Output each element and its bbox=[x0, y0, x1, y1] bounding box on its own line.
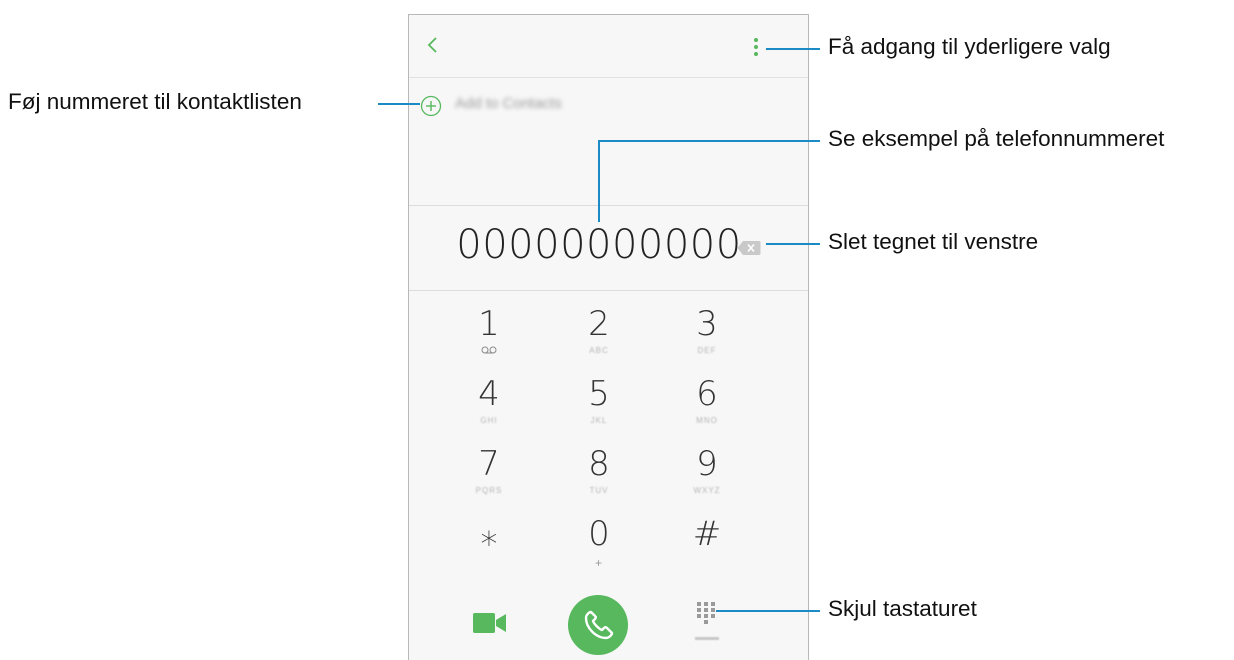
key-6[interactable]: 6 MNO bbox=[652, 375, 762, 443]
key-digit: 1 bbox=[478, 304, 500, 344]
plus-circle-icon[interactable] bbox=[420, 95, 442, 117]
top-bar bbox=[409, 15, 808, 78]
key-letters: DEF bbox=[697, 346, 717, 355]
key-digit: 8 bbox=[588, 444, 610, 484]
key-letters bbox=[652, 556, 762, 566]
key-letters: WXYZ bbox=[693, 486, 721, 495]
key-3[interactable]: 3 DEF bbox=[652, 305, 762, 373]
key-7[interactable]: 7 PQRS bbox=[434, 445, 544, 513]
key-digit: 0 bbox=[588, 514, 610, 554]
callout-more-options: Få adgang til yderligere valg bbox=[828, 34, 1111, 59]
key-4[interactable]: 4 GHI bbox=[434, 375, 544, 443]
key-digit: 3 bbox=[696, 304, 718, 344]
chevron-left-icon[interactable] bbox=[421, 33, 445, 57]
callout-line-preview-horizontal bbox=[598, 140, 820, 142]
key-digit: 2 bbox=[588, 304, 610, 344]
video-camera-icon[interactable] bbox=[473, 612, 507, 634]
key-12[interactable]: # bbox=[652, 515, 762, 583]
key-letters bbox=[434, 556, 544, 566]
key-letters: ABC bbox=[589, 346, 609, 355]
callout-add-to-contacts: Føj nummeret til kontaktlisten bbox=[8, 89, 302, 114]
callout-delete-char: Slet tegnet til venstre bbox=[828, 229, 1039, 254]
key-2[interactable]: 2 ABC bbox=[544, 305, 654, 373]
key-10[interactable]: ⁎ bbox=[434, 515, 544, 583]
key-digit: 6 bbox=[696, 374, 718, 414]
dialed-number[interactable]: 00000000000 bbox=[409, 222, 789, 268]
more-vertical-icon[interactable] bbox=[751, 37, 761, 57]
key-letters: + bbox=[594, 556, 603, 570]
key-letters: TUV bbox=[589, 486, 609, 495]
callout-line-preview-vertical bbox=[598, 140, 600, 222]
callout-line-add-to-contacts bbox=[378, 103, 420, 105]
key-letters: PQRS bbox=[475, 486, 503, 495]
key-1[interactable]: 1 bbox=[434, 305, 544, 373]
key-5[interactable]: 5 JKL bbox=[544, 375, 654, 443]
key-9[interactable]: 9 WXYZ bbox=[652, 445, 762, 513]
number-preview-area bbox=[409, 133, 808, 205]
key-digit: ⁎ bbox=[480, 514, 498, 554]
keypad-sub-label bbox=[695, 637, 719, 640]
add-to-contacts-label[interactable]: Add to Contacts bbox=[455, 95, 562, 112]
keypad-icon[interactable] bbox=[695, 601, 717, 627]
key-digit: 7 bbox=[478, 444, 500, 484]
key-letters: MNO bbox=[696, 416, 718, 425]
callout-line-hide-keypad bbox=[716, 610, 820, 612]
key-digit: 4 bbox=[478, 374, 500, 414]
key-8[interactable]: 8 TUV bbox=[544, 445, 654, 513]
backspace-icon[interactable] bbox=[737, 240, 761, 256]
key-letters: GHI bbox=[480, 416, 498, 425]
key-digit: 9 bbox=[696, 444, 718, 484]
callout-hide-keypad: Skjul tastaturet bbox=[828, 596, 977, 621]
voicemail-icon bbox=[434, 346, 544, 356]
key-digit: 5 bbox=[588, 374, 610, 414]
phone-screen: Add to Contacts 00000000000 1 2 ABC 3 DEF 4 GH… bbox=[408, 14, 809, 660]
phone-icon bbox=[584, 610, 614, 640]
call-button[interactable] bbox=[568, 595, 628, 655]
callout-line-delete-char bbox=[766, 243, 820, 245]
key-letters: JKL bbox=[590, 416, 608, 425]
callout-line-more-options bbox=[766, 48, 820, 50]
key-digit: # bbox=[692, 514, 722, 554]
key-11[interactable]: 0 + bbox=[544, 515, 654, 583]
callout-preview-number: Se eksempel på telefonnummeret bbox=[828, 126, 1165, 151]
